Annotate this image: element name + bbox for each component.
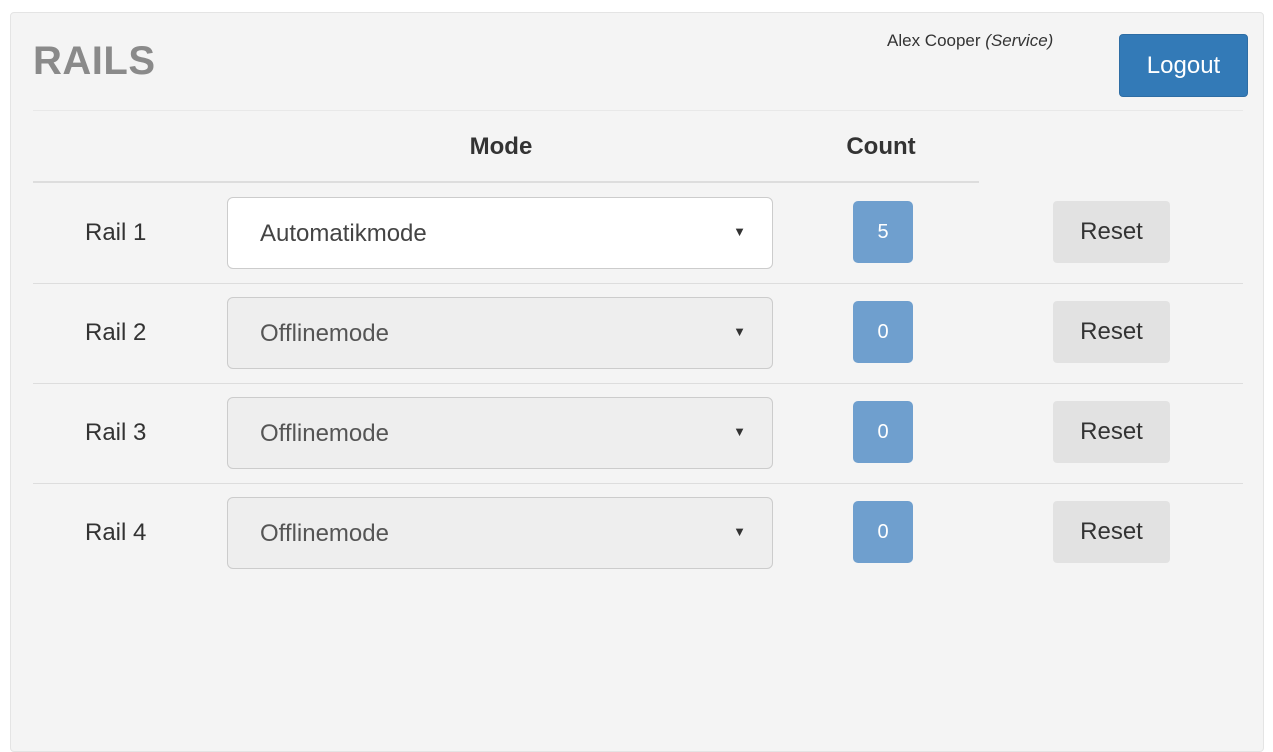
mode-select-value: Offlinemode: [260, 520, 389, 547]
rail-row-4: Rail 4 Offlinemode ▼ 0 Reset: [33, 497, 1243, 597]
row-divider: [33, 283, 1243, 284]
mode-select-rail-3[interactable]: Offlinemode ▼: [227, 397, 773, 469]
chevron-down-icon: ▼: [733, 424, 746, 439]
chevron-down-icon: ▼: [733, 324, 746, 339]
mode-select-value: Offlinemode: [260, 420, 389, 447]
row-divider: [33, 483, 1243, 484]
mode-select-rail-4[interactable]: Offlinemode ▼: [227, 497, 773, 569]
rail-label: Rail 4: [85, 519, 147, 546]
reset-button-rail-2[interactable]: Reset: [1053, 301, 1170, 363]
chevron-down-icon: ▼: [733, 524, 746, 539]
rail-row-2: Rail 2 Offlinemode ▼ 0 Reset: [33, 297, 1243, 397]
rail-row-1: Rail 1 Automatikmode ▼ 5 Reset: [33, 197, 1243, 297]
chevron-down-icon: ▼: [733, 224, 746, 239]
reset-button-rail-3[interactable]: Reset: [1053, 401, 1170, 463]
rail-row-3: Rail 3 Offlinemode ▼ 0 Reset: [33, 397, 1243, 497]
reset-button-rail-4[interactable]: Reset: [1053, 501, 1170, 563]
title-divider: [33, 110, 1243, 111]
rail-label: Rail 1: [85, 219, 147, 246]
user-role: (Service): [985, 31, 1054, 50]
page-title: RAILS: [33, 39, 156, 83]
logout-button[interactable]: Logout: [1119, 34, 1248, 97]
row-divider: [33, 383, 1243, 384]
user-info: Alex Cooper (Service): [887, 31, 1053, 51]
rail-label: Rail 2: [85, 319, 147, 346]
column-header-mode: Mode: [469, 133, 533, 160]
rail-label: Rail 3: [85, 419, 147, 446]
user-name: Alex Cooper: [887, 31, 981, 50]
rails-panel: RAILS Alex Cooper (Service) Logout Mode …: [10, 12, 1264, 752]
mode-select-rail-1[interactable]: Automatikmode ▼: [227, 197, 773, 269]
mode-select-value: Offlinemode: [260, 320, 389, 347]
header-divider: [33, 181, 979, 183]
mode-select-value: Automatikmode: [260, 220, 427, 247]
count-badge-rail-3: 0: [853, 401, 913, 463]
count-badge-rail-4: 0: [853, 501, 913, 563]
count-badge-rail-2: 0: [853, 301, 913, 363]
count-badge-rail-1: 5: [853, 201, 913, 263]
mode-select-rail-2[interactable]: Offlinemode ▼: [227, 297, 773, 369]
column-header-count: Count: [846, 133, 916, 160]
reset-button-rail-1[interactable]: Reset: [1053, 201, 1170, 263]
